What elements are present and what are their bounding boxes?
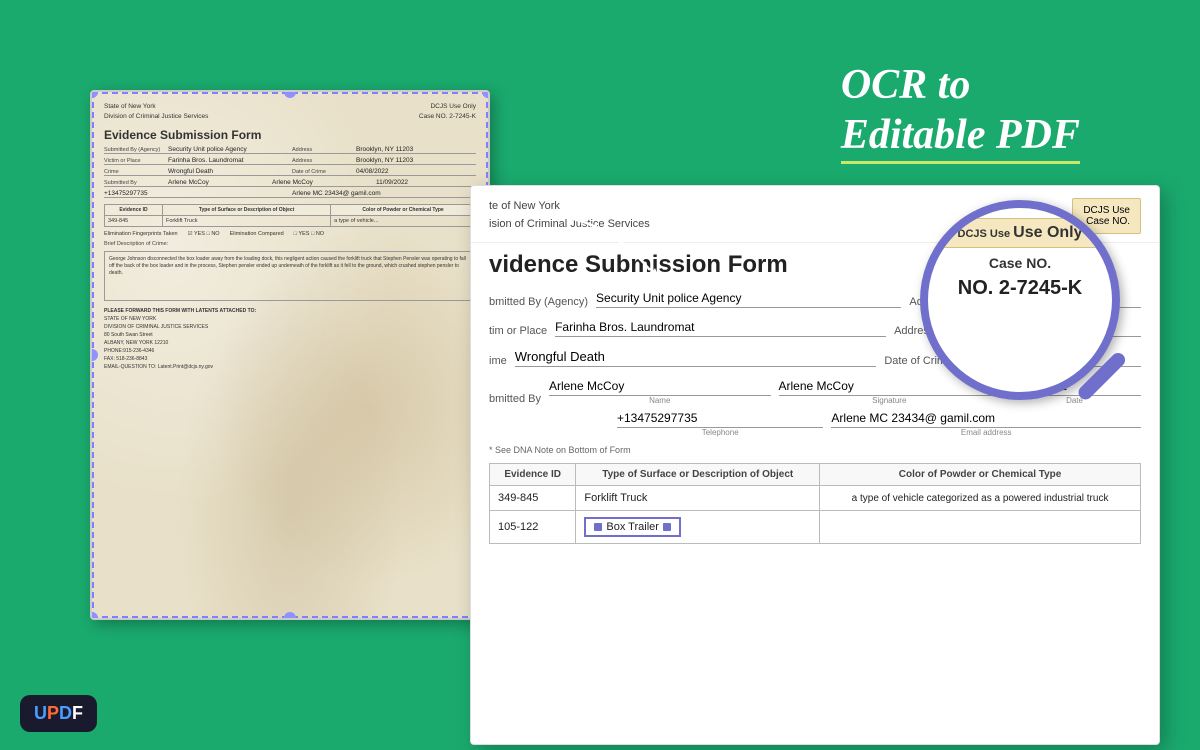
evidence-type-1: Forklift Truck [576, 486, 820, 511]
arrow-icon [490, 200, 670, 300]
evidence-id-2: 105-122 [490, 511, 576, 544]
right-crime-label: ime [489, 355, 507, 367]
magnifier-case-label: Case NO. [936, 254, 1104, 274]
magnifier-use-only: DCJS Use Use Only [936, 218, 1104, 248]
updf-logo-text: UPDF [34, 703, 83, 724]
box-trailer-highlight: Box Trailer [584, 517, 681, 537]
left-doc-title: Evidence Submission Form [104, 128, 476, 142]
evidence-color-2 [820, 511, 1141, 544]
table-row-1: 349-845 Forklift Truck a type of vehicle… [490, 486, 1141, 511]
right-victim-value: Farinha Bros. Laundromat [555, 320, 886, 337]
dna-note: * See DNA Note on Bottom of Form [471, 445, 1159, 455]
right-name-label: Name [549, 396, 771, 405]
left-forward-section: PLEASE FORWARD THIS FORM WITH LATENTS AT… [104, 307, 476, 371]
right-evidence-table: Evidence ID Type of Surface or Descripti… [489, 463, 1141, 544]
evidence-id-1: 349-845 [490, 486, 576, 511]
table-header-color: Color of Powder or Chemical Type [820, 464, 1141, 486]
evidence-type-2: Box Trailer [576, 511, 820, 544]
handle-bl[interactable] [90, 612, 98, 620]
left-dcjs-info: DCJS Use Only Case NO. 2-7245-K [419, 102, 476, 122]
table-header-id: Evidence ID [490, 464, 576, 486]
table-header-type: Type of Surface or Description of Object [576, 464, 820, 486]
left-description: George Johnson disconnected the box load… [104, 251, 476, 301]
right-email-label: Email address [831, 428, 1141, 437]
evidence-color-1: a type of vehicle categorized as a power… [820, 486, 1141, 511]
left-doc-header: State of New York Division of Criminal J… [104, 102, 476, 122]
right-telephone-value: +13475297735 [617, 411, 823, 428]
left-field-submitted: Submitted By Arlene McCoy Arlene McCoy 1… [104, 179, 476, 187]
box-trailer-text: Box Trailer [606, 521, 659, 533]
magnifier-content: DCJS Use Use Only Case NO. NO. 2-7245-K [928, 208, 1112, 312]
left-checkbox-row: Elimination Fingerprints Taken ☑ YES □ N… [104, 231, 476, 237]
magnifier-circle: DCJS Use Use Only Case NO. NO. 2-7245-K [920, 200, 1120, 400]
left-state-info: State of New York Division of Criminal J… [104, 102, 208, 122]
table-row-2: 105-122 Box Trailer [490, 511, 1141, 544]
right-crime-value: Wrongful Death [515, 349, 877, 367]
magnifier-case-no: NO. 2-7245-K [936, 274, 1104, 302]
updf-logo: UPDF [20, 695, 97, 732]
ocr-line2: Editable PDF [841, 110, 1080, 163]
ocr-title: OCR to Editable PDF [841, 60, 1080, 164]
left-field-victim: Victim or Place Farinha Bros. Laundromat… [104, 157, 476, 165]
scanned-document: State of New York Division of Criminal J… [90, 90, 490, 620]
ocr-line1: OCR to [841, 60, 1080, 110]
table-row: 349-845 Forklift Truck a type of vehicle… [105, 215, 476, 226]
handle-bm[interactable] [284, 612, 296, 620]
left-doc-content: State of New York Division of Criminal J… [92, 92, 488, 381]
left-field-contact: +13475297735 Arlene MC 23434@ gamil.com [104, 190, 476, 198]
left-field-agency: Submitted By (Agency) Security Unit poli… [104, 146, 476, 154]
left-field-crime: Crime Wrongful Death Date of Crime 04/08… [104, 168, 476, 176]
selection-handle-right [663, 523, 671, 531]
left-evidence-table: Evidence ID Type of Surface or Descripti… [104, 204, 476, 227]
right-name-value: Arlene McCoy [549, 379, 771, 396]
selection-handle-left [594, 523, 602, 531]
magnifier: DCJS Use Use Only Case NO. NO. 2-7245-K [920, 200, 1140, 420]
right-submitted-by2-label: bmitted By [489, 393, 541, 405]
right-telephone-label: Telephone [617, 428, 823, 437]
right-victim-label: tim or Place [489, 325, 547, 337]
